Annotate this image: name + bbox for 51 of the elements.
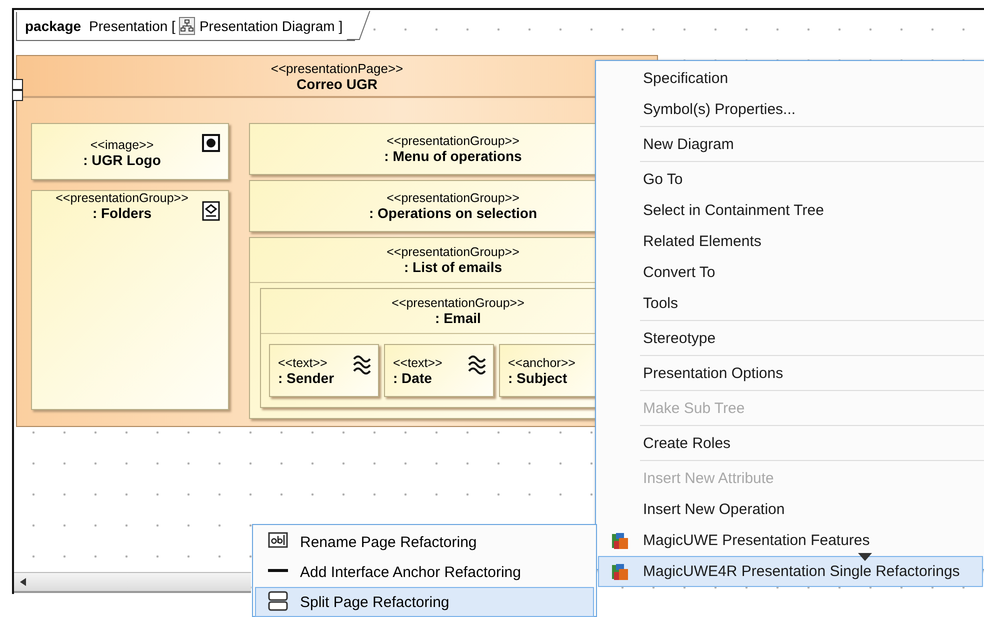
presentation-element[interactable]: <<text>> : Date xyxy=(384,344,494,397)
menu-item[interactable]: Split Page Refactoring xyxy=(255,587,594,617)
stereotype-label: <<anchor>> xyxy=(508,356,576,370)
element-name: : Operations on selection xyxy=(368,205,538,221)
blocks-icon xyxy=(611,532,629,550)
menu-item[interactable]: MagicUWE4R Presentation Single Refactorings xyxy=(598,556,983,587)
page-name: Correo UGR xyxy=(296,76,378,92)
text-field-icon xyxy=(268,532,288,548)
package-name: Presentation [ xyxy=(89,18,176,34)
diagram-icon xyxy=(179,17,196,35)
element-name: : Date xyxy=(393,370,432,386)
stereotype-label: <<image>> xyxy=(90,138,154,152)
stereotype-label: <<presentationGroup>> xyxy=(386,134,520,148)
group-icon xyxy=(202,201,220,221)
stereotype-label: <<presentationGroup>> xyxy=(392,296,524,310)
horizontal-scrollbar[interactable] xyxy=(14,572,251,593)
wave-icon xyxy=(467,353,487,375)
stereotype-label: <<text>> xyxy=(393,356,442,370)
presentation-element[interactable]: <<presentationGroup>> : Folders xyxy=(31,190,229,410)
element-name: : Subject xyxy=(508,370,568,386)
diagram-name: Presentation Diagram ] xyxy=(199,18,343,34)
element-name: : List of emails xyxy=(404,259,502,275)
presentation-element[interactable]: <<image>> : UGR Logo xyxy=(31,123,229,180)
presentation-element[interactable]: <<text>> : Sender xyxy=(269,344,379,397)
blocks-icon xyxy=(611,563,629,581)
line-icon xyxy=(268,569,288,572)
menu-item[interactable]: Symbol(s) Properties... xyxy=(598,94,983,125)
scroll-down-icon[interactable] xyxy=(858,553,872,561)
menu-item[interactable]: Add Interface Anchor Refactoring xyxy=(255,557,594,587)
split-icon xyxy=(268,591,288,611)
element-name: : Email xyxy=(435,310,481,326)
menu-item[interactable]: Specification xyxy=(598,63,983,94)
stereotype-label: <<presentationGroup>> xyxy=(386,245,520,259)
dot-square-icon xyxy=(202,134,220,152)
menu-item[interactable]: Create Roles xyxy=(598,428,983,459)
expand-icon[interactable] xyxy=(12,79,23,90)
wave-icon xyxy=(352,353,372,375)
menu-item[interactable]: Insert New Operation xyxy=(598,494,983,525)
stereotype-label: <<text>> xyxy=(278,356,328,370)
package-keyword: package xyxy=(25,18,82,34)
element-name: : UGR Logo xyxy=(83,152,161,168)
stereotype-label: <<presentationPage>> xyxy=(270,60,404,76)
element-name: : Sender xyxy=(278,370,334,386)
element-name: : Folders xyxy=(92,205,152,221)
stereotype-label: <<presentationGroup>> xyxy=(56,191,188,205)
stereotype-label: <<presentationGroup>> xyxy=(386,191,520,205)
scroll-left-icon[interactable] xyxy=(20,578,26,586)
menu-item[interactable]: Rename Page Refactoring xyxy=(255,527,594,557)
menu-item[interactable]: MagicUWE Presentation Features xyxy=(598,525,983,556)
collapse-icon[interactable] xyxy=(12,90,23,101)
element-name: : Menu of operations xyxy=(384,148,522,164)
